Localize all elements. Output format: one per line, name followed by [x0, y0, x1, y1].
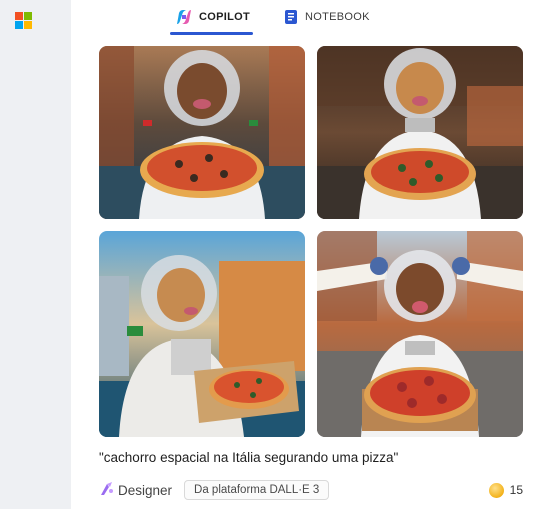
boost-count: 15 — [509, 483, 523, 497]
tab-copilot-label: COPILOT — [199, 11, 250, 23]
platform-badge: Da plataforma DALL·E 3 — [184, 480, 330, 500]
top-tab-bar: COPILOT NOTEBOOK — [71, 0, 546, 36]
chat-content: "cachorro espacial na Itália segurando u… — [71, 36, 546, 509]
designer-label: Designer — [118, 482, 173, 498]
active-tab-indicator — [170, 32, 253, 35]
generated-image-4[interactable] — [317, 231, 523, 437]
tab-notebook-label: NOTEBOOK — [305, 11, 370, 23]
tab-copilot[interactable]: COPILOT — [176, 0, 250, 34]
generated-image-2[interactable] — [317, 46, 523, 219]
copilot-icon — [176, 9, 192, 25]
designer-icon — [99, 481, 115, 500]
image-grid — [99, 46, 523, 439]
response-footer: Designer Da plataforma DALL·E 3 15 — [99, 478, 523, 502]
boost-coin-icon — [488, 482, 504, 498]
notebook-icon — [284, 9, 298, 25]
microsoft-logo[interactable] — [15, 12, 32, 29]
generated-image-3[interactable] — [99, 231, 305, 437]
left-rail — [0, 0, 72, 509]
tab-notebook[interactable]: NOTEBOOK — [284, 0, 370, 34]
generated-image-1[interactable] — [99, 46, 305, 219]
designer-link[interactable]: Designer — [99, 481, 172, 500]
prompt-caption: "cachorro espacial na Itália segurando u… — [99, 450, 399, 465]
boost-counter[interactable]: 15 — [488, 482, 523, 498]
